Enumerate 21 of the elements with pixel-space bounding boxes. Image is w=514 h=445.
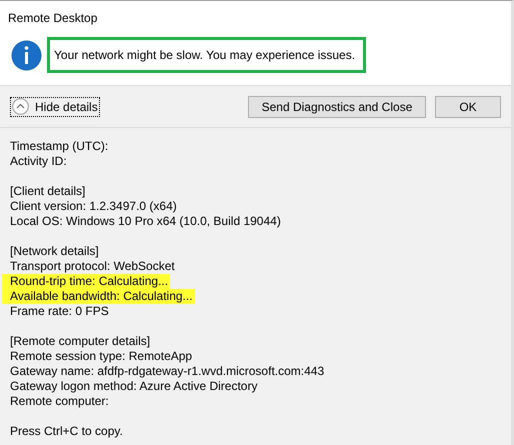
dialog-button[interactable]: Send Diagnostics and Close: [248, 96, 426, 118]
info-icon: [11, 40, 42, 70]
detail-line: Gateway logon method: Azure Active Directory: [10, 379, 258, 394]
detail-line: Remote session type: RemoteApp: [10, 349, 192, 364]
detail-line: Timestamp (UTC):: [10, 139, 108, 154]
dialog-button[interactable]: OK: [435, 96, 501, 118]
chevron-icon: [12, 98, 29, 115]
detail-line: Client version: 1.2.3497.0 (x64): [10, 199, 177, 214]
detail-line: Local OS: Windows 10 Pro x64 (10.0, Build 19044): [10, 214, 281, 229]
detail-line: Frame rate: 0 FPS: [10, 304, 109, 319]
window-title: Remote Desktop: [8, 10, 98, 27]
detail-line: [Client details]: [10, 184, 86, 199]
detail-line: Press Ctrl+C to copy.: [10, 424, 123, 439]
detail-line: Transport protocol: WebSocket: [10, 259, 175, 274]
detail-line: Gateway name: afdfp-rdgateway-r1.wvd.microsoft.com:443: [10, 364, 324, 379]
detail-line: Activity ID:: [10, 154, 67, 169]
hide-details-toggle[interactable]: Hide details: [10, 96, 100, 116]
message-text: Your network might be slow. You may experience issues.: [47, 37, 366, 73]
detail-line: [Network details]: [10, 244, 99, 259]
detail-line: [Remote computer details]: [10, 334, 150, 349]
detail-line: Remote computer:: [10, 394, 109, 409]
